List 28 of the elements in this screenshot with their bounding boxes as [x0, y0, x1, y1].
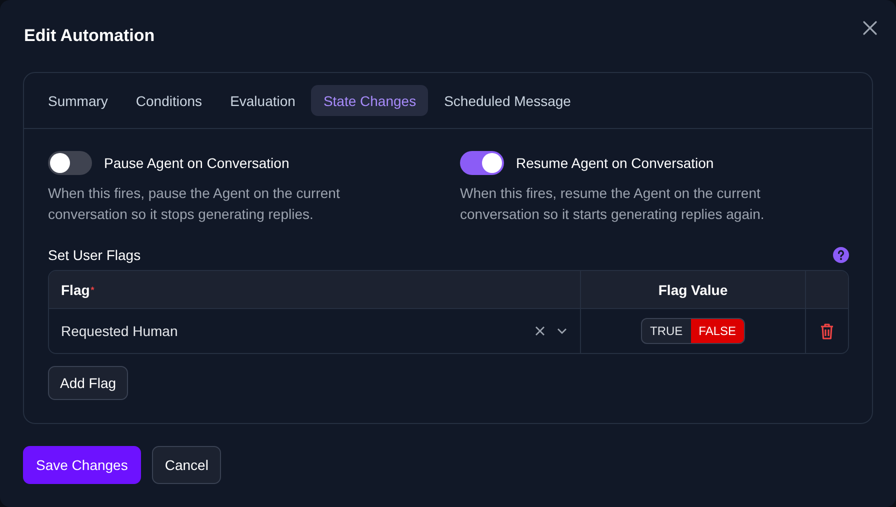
close-icon — [862, 20, 878, 36]
toggle-label: Pause Agent on Conversation — [104, 155, 290, 171]
add-flag-button[interactable]: Add Flag — [48, 366, 128, 400]
value-option[interactable]: TRUE — [642, 319, 691, 343]
toggle-label: Resume Agent on Conversation — [516, 155, 714, 171]
column-header: Flag Value — [658, 282, 728, 298]
trash-icon[interactable] — [820, 322, 834, 340]
toggle-switch[interactable] — [460, 151, 504, 175]
flag-select-value[interactable]: Requested Human — [61, 323, 524, 339]
clear-icon[interactable] — [534, 325, 546, 337]
value-option[interactable]: FALSE — [690, 319, 744, 343]
tab[interactable]: State Changes — [311, 85, 428, 116]
cancel-button[interactable]: Cancel — [152, 446, 222, 484]
tab[interactable]: Scheduled Message — [432, 85, 583, 116]
toggle-description: When this fires, pause the Agent on the current conversation so it stops generating replies. — [48, 184, 341, 224]
help-icon[interactable] — [833, 247, 849, 263]
required-mark: * — [90, 284, 94, 294]
tab[interactable]: Evaluation — [218, 85, 308, 116]
dialog-title: Edit Automation — [23, 26, 155, 46]
save-button[interactable]: Save Changes — [23, 446, 141, 484]
toggle-description: When this fires, resume the Agent on the current conversation so it starts generating replies again. — [460, 184, 766, 224]
chevron-down-icon[interactable] — [556, 327, 568, 335]
tab[interactable]: Summary — [36, 85, 120, 116]
toggle-switch[interactable] — [48, 151, 92, 175]
close-button[interactable] — [862, 20, 878, 36]
tab[interactable]: Conditions — [124, 85, 214, 116]
column-header: Flag — [61, 282, 90, 298]
section-title: Set User Flags — [48, 247, 141, 263]
